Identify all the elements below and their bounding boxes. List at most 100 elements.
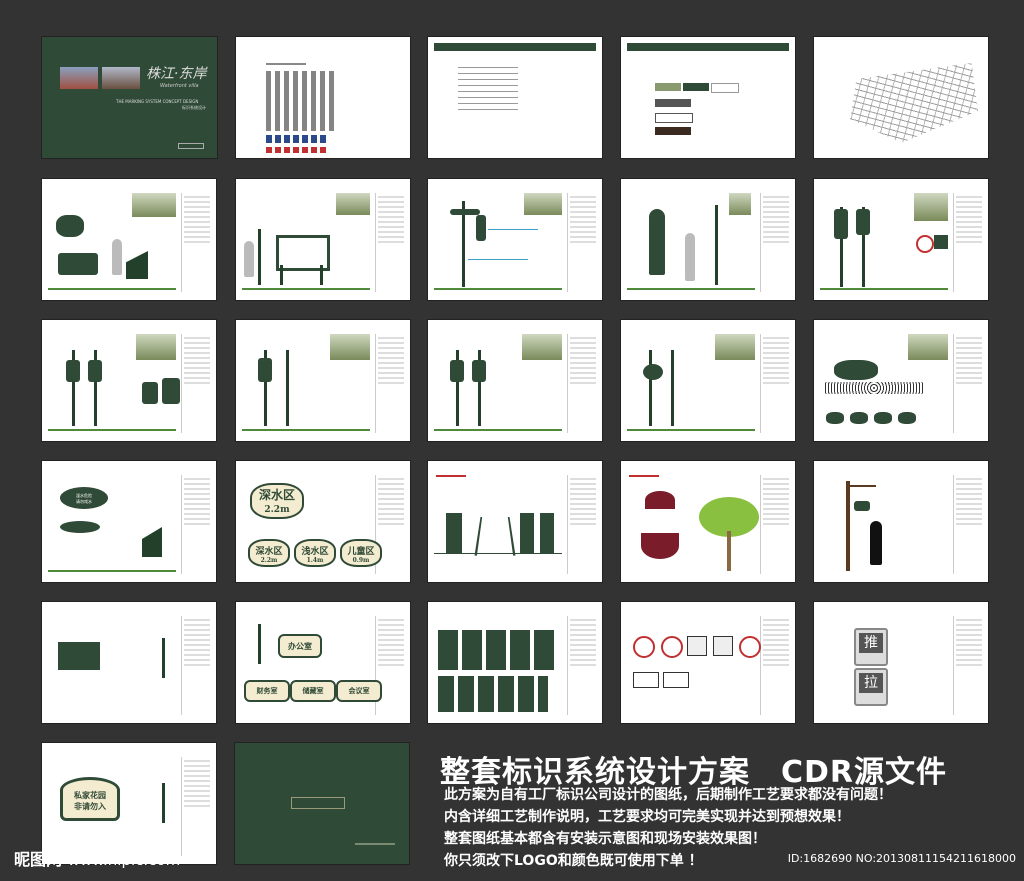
a-frame-outline bbox=[474, 516, 516, 556]
lawn-variant-2 bbox=[850, 412, 868, 424]
site-photo bbox=[522, 334, 562, 360]
person-silhouette bbox=[685, 233, 695, 281]
plate-grid-2 bbox=[438, 676, 548, 712]
page-office-signs[interactable]: 办公室 财务室 储藏室 会议室 bbox=[236, 602, 410, 723]
vertical-sign bbox=[649, 209, 665, 275]
watermark-site: www.nipic.com bbox=[67, 851, 181, 869]
sign bbox=[258, 358, 272, 382]
direction-icon bbox=[934, 235, 948, 249]
detail-a bbox=[142, 382, 158, 404]
post bbox=[649, 350, 652, 426]
pebble-base bbox=[824, 382, 924, 394]
page-triangle-signs[interactable] bbox=[428, 461, 602, 582]
deep-water-sign-small: 深水区 2.2m bbox=[248, 539, 290, 567]
person-silhouette bbox=[870, 521, 882, 565]
lamp-post bbox=[715, 205, 718, 285]
hanging-sign bbox=[854, 501, 870, 511]
page-directional[interactable] bbox=[428, 179, 602, 300]
page-fonts[interactable] bbox=[428, 37, 602, 158]
page-hanging[interactable] bbox=[621, 320, 795, 441]
room-sign-meeting: 会议室 bbox=[336, 680, 382, 702]
no-fire-icon bbox=[739, 636, 761, 658]
description-line-2: 内含详细工艺制作说明，工艺要求均可完美实现并达到预想效果！ bbox=[444, 809, 850, 825]
small-deep-depth: 2.2m bbox=[260, 557, 278, 564]
children-depth: 0.9m bbox=[352, 557, 370, 564]
cover-logo-sub: Waterfront villa bbox=[160, 83, 199, 89]
garden-sign: 私家花园 非请勿入 bbox=[60, 777, 120, 821]
page-lawn-sign[interactable] bbox=[814, 320, 988, 441]
high-voltage-icon bbox=[713, 636, 733, 656]
font-lines bbox=[458, 65, 518, 115]
site-photo bbox=[136, 334, 176, 360]
warning-sign-1 bbox=[520, 513, 534, 553]
sign-b bbox=[88, 360, 102, 382]
shallow-water-sign: 浅水区 1.4m bbox=[294, 539, 336, 567]
lawn-variant-4 bbox=[898, 412, 916, 424]
color-bar-2 bbox=[655, 113, 693, 123]
page-bulletin[interactable] bbox=[236, 179, 410, 300]
back-cover-footer bbox=[355, 843, 395, 845]
page-back-cover[interactable] bbox=[235, 743, 409, 864]
callout bbox=[468, 259, 528, 260]
page-push-pull[interactable]: 推 拉 bbox=[814, 602, 988, 723]
page-icons[interactable] bbox=[236, 37, 410, 158]
warning-icons-row bbox=[266, 135, 326, 143]
page-tree-sign[interactable] bbox=[621, 461, 795, 582]
deep-water-label: 深水区 bbox=[258, 488, 295, 502]
lamp-post bbox=[846, 481, 850, 571]
shallow-depth: 1.4m bbox=[306, 557, 324, 564]
lake-sign-line1: 湿水危险 bbox=[76, 493, 92, 498]
direction-box bbox=[476, 215, 486, 241]
page-site-map[interactable] bbox=[814, 37, 988, 158]
children-label: 儿童区 bbox=[347, 547, 375, 557]
page-lake-warning[interactable]: 湿水危险 请勿戏水 bbox=[42, 461, 216, 582]
lamp-arm bbox=[846, 485, 876, 487]
caution-icon bbox=[687, 636, 707, 656]
ground-sign bbox=[58, 253, 98, 275]
site-photo bbox=[132, 193, 176, 217]
lake-sign-line2: 请勿戏水 bbox=[76, 499, 92, 504]
lawn-sign bbox=[834, 360, 878, 380]
site-photo bbox=[715, 334, 755, 360]
page-sales-wall[interactable] bbox=[42, 602, 216, 723]
room-sign-finance: 财务室 bbox=[244, 680, 290, 702]
page-main-sign[interactable] bbox=[42, 179, 216, 300]
a-frame-sign bbox=[446, 513, 462, 553]
page-cover[interactable]: 株江·东岸 Waterfront villa THE MARKING SYSTE… bbox=[42, 37, 217, 158]
office-sign: 办公室 bbox=[278, 634, 322, 658]
slanted-sign bbox=[142, 527, 162, 557]
color-swatch-green bbox=[655, 83, 681, 91]
lake-sign: 湿水危险 请勿戏水 bbox=[60, 487, 108, 509]
no-smoking-icon bbox=[633, 636, 655, 658]
pull-label: 拉 bbox=[859, 673, 883, 693]
sign-a bbox=[66, 360, 80, 382]
cover-photo-2 bbox=[102, 67, 140, 89]
lightning-sign-1 bbox=[633, 672, 659, 688]
traffic-sign-a bbox=[834, 209, 848, 239]
page-colors[interactable] bbox=[621, 37, 795, 158]
page-street-lamp[interactable] bbox=[814, 461, 988, 582]
warning-sign-2 bbox=[540, 513, 554, 553]
detail-b bbox=[162, 378, 180, 404]
page-signpost[interactable] bbox=[42, 320, 216, 441]
cover-photo-1 bbox=[60, 67, 98, 89]
page-traffic[interactable] bbox=[814, 179, 988, 300]
page-clubhouse[interactable] bbox=[428, 320, 602, 441]
watermark-brand: 昵图网 bbox=[14, 850, 63, 869]
push-label: 推 bbox=[859, 633, 883, 653]
page-road-sign[interactable] bbox=[621, 179, 795, 300]
page-prohibition[interactable] bbox=[621, 602, 795, 723]
tree-sign-bottom bbox=[641, 533, 679, 559]
site-photo bbox=[914, 193, 948, 221]
sign-a bbox=[450, 360, 464, 382]
no-parking-icon bbox=[916, 235, 934, 253]
plate-grid-1 bbox=[438, 630, 558, 670]
red-heading bbox=[629, 475, 659, 477]
lawn-variant-1 bbox=[826, 412, 844, 424]
room-sign-storage: 储藏室 bbox=[290, 680, 336, 702]
deep-water-depth: 2.2m bbox=[264, 505, 290, 515]
page-door-plates[interactable] bbox=[428, 602, 602, 723]
site-map bbox=[850, 63, 978, 143]
page-sales-center[interactable] bbox=[236, 320, 410, 441]
page-pool-depth[interactable]: 深水区 2.2m 深水区 2.2m 浅水区 1.4m 儿童区 0.9m bbox=[236, 461, 410, 582]
